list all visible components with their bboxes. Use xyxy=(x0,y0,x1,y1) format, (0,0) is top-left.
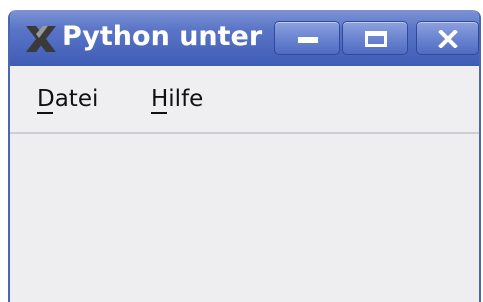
window-title: Python unter xyxy=(62,21,263,52)
mnemonic-underline xyxy=(37,112,53,114)
title-bar[interactable]: Python unter xyxy=(10,10,479,66)
mnemonic-underline xyxy=(151,112,167,114)
menu-hilfe-label: Hilfe xyxy=(151,86,204,112)
maximize-icon xyxy=(365,31,387,47)
menu-datei-label: Datei xyxy=(37,86,99,112)
minimize-icon xyxy=(298,37,318,43)
x-logo-icon xyxy=(24,24,58,54)
app-window: Python unter Datei Hilfe xyxy=(8,10,481,302)
menu-datei[interactable]: Datei xyxy=(37,82,98,116)
close-icon xyxy=(438,29,458,49)
maximize-button[interactable] xyxy=(342,21,408,55)
client-area xyxy=(10,134,479,302)
close-button[interactable] xyxy=(416,21,479,55)
menu-bar: Datei Hilfe xyxy=(10,66,479,134)
menu-hilfe[interactable]: Hilfe xyxy=(151,82,203,116)
minimize-button[interactable] xyxy=(274,21,340,55)
